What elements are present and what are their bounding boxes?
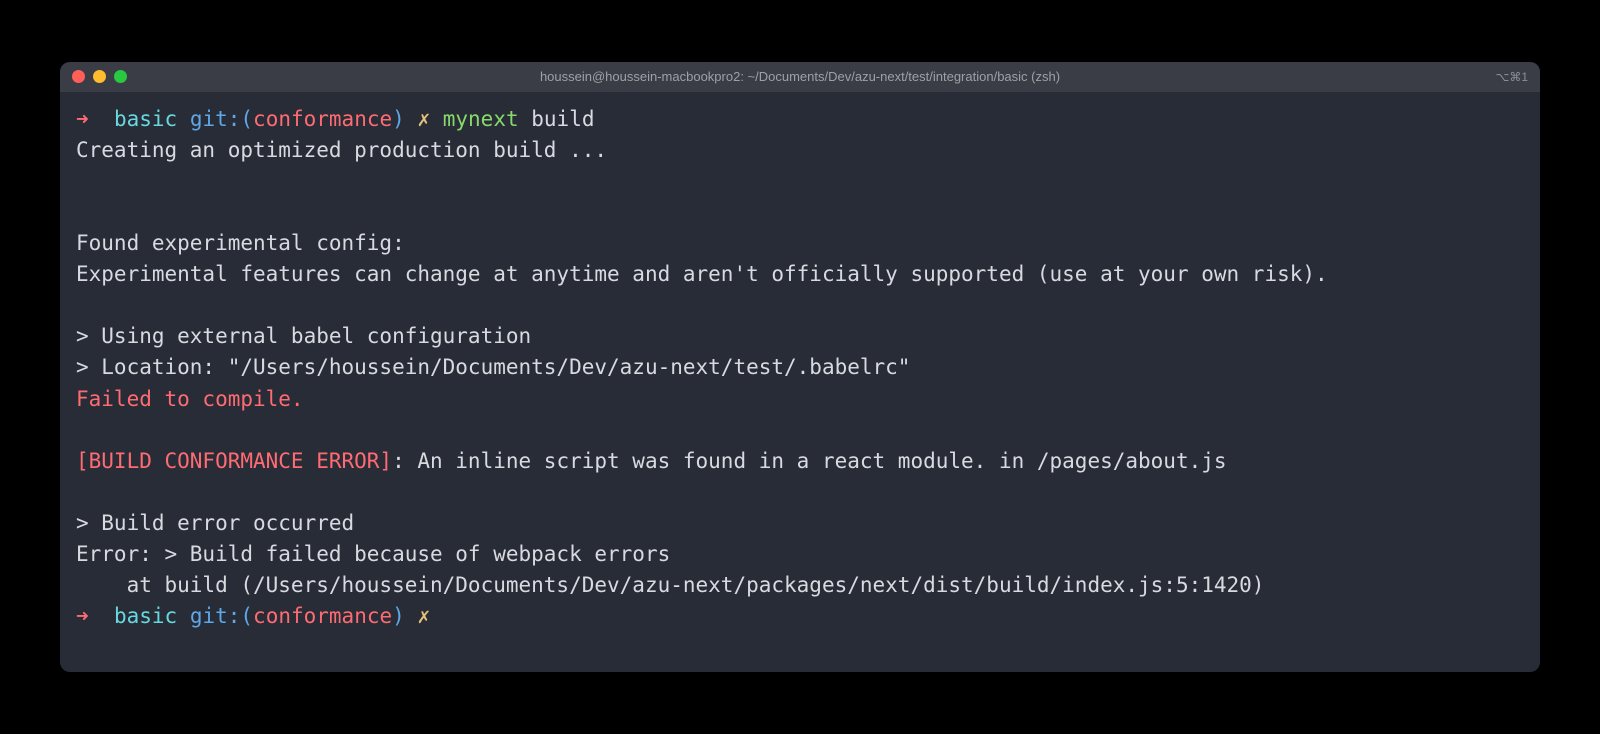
maximize-icon[interactable] <box>114 70 127 83</box>
output-line: Experimental features can change at anyt… <box>76 259 1524 290</box>
prompt-git-close: ) <box>392 107 405 131</box>
prompt-dir: basic <box>114 604 177 628</box>
prompt-dir: basic <box>114 107 177 131</box>
prompt-branch: conformance <box>253 604 392 628</box>
close-icon[interactable] <box>72 70 85 83</box>
output-line: Error: > Build failed because of webpack… <box>76 539 1524 570</box>
minimize-icon[interactable] <box>93 70 106 83</box>
error-tag: [BUILD CONFORMANCE ERROR] <box>76 449 392 473</box>
output-line: Found experimental config: <box>76 228 1524 259</box>
prompt-git-label: git:( <box>190 107 253 131</box>
blank-line <box>76 290 1524 321</box>
output-line: at build (/Users/houssein/Documents/Dev/… <box>76 570 1524 601</box>
titlebar-shortcut: ⌥⌘1 <box>1495 70 1528 84</box>
prompt-line: ➜ basic git:(conformance) ✗ <box>76 601 1524 632</box>
prompt-git-label: git:( <box>190 604 253 628</box>
blank-line <box>76 415 1524 446</box>
blank-line <box>76 197 1524 228</box>
error-message: : An inline script was found in a react … <box>392 449 1226 473</box>
output-line: Creating an optimized production build .… <box>76 135 1524 166</box>
traffic-lights <box>72 70 127 83</box>
blank-line <box>76 166 1524 197</box>
prompt-line: ➜ basic git:(conformance) ✗ mynext build <box>76 104 1524 135</box>
prompt-dirty-icon: ✗ <box>417 604 430 628</box>
prompt-git-close: ) <box>392 604 405 628</box>
prompt-dirty-icon: ✗ <box>417 107 430 131</box>
terminal-body[interactable]: ➜ basic git:(conformance) ✗ mynext build… <box>60 92 1540 672</box>
window-title: houssein@houssein-macbookpro2: ~/Documen… <box>540 69 1060 84</box>
titlebar: houssein@houssein-macbookpro2: ~/Documen… <box>60 62 1540 92</box>
prompt-arrow-icon: ➜ <box>76 604 89 628</box>
terminal-window: houssein@houssein-macbookpro2: ~/Documen… <box>60 62 1540 672</box>
prompt-branch: conformance <box>253 107 392 131</box>
output-line: > Using external babel configuration <box>76 321 1524 352</box>
output-line: > Build error occurred <box>76 508 1524 539</box>
conformance-error-line: [BUILD CONFORMANCE ERROR]: An inline scr… <box>76 446 1524 477</box>
blank-line <box>76 477 1524 508</box>
command-arg: build <box>531 107 594 131</box>
error-line: Failed to compile. <box>76 384 1524 415</box>
command-binary: mynext <box>443 107 519 131</box>
output-line: > Location: "/Users/houssein/Documents/D… <box>76 352 1524 383</box>
prompt-arrow-icon: ➜ <box>76 107 89 131</box>
